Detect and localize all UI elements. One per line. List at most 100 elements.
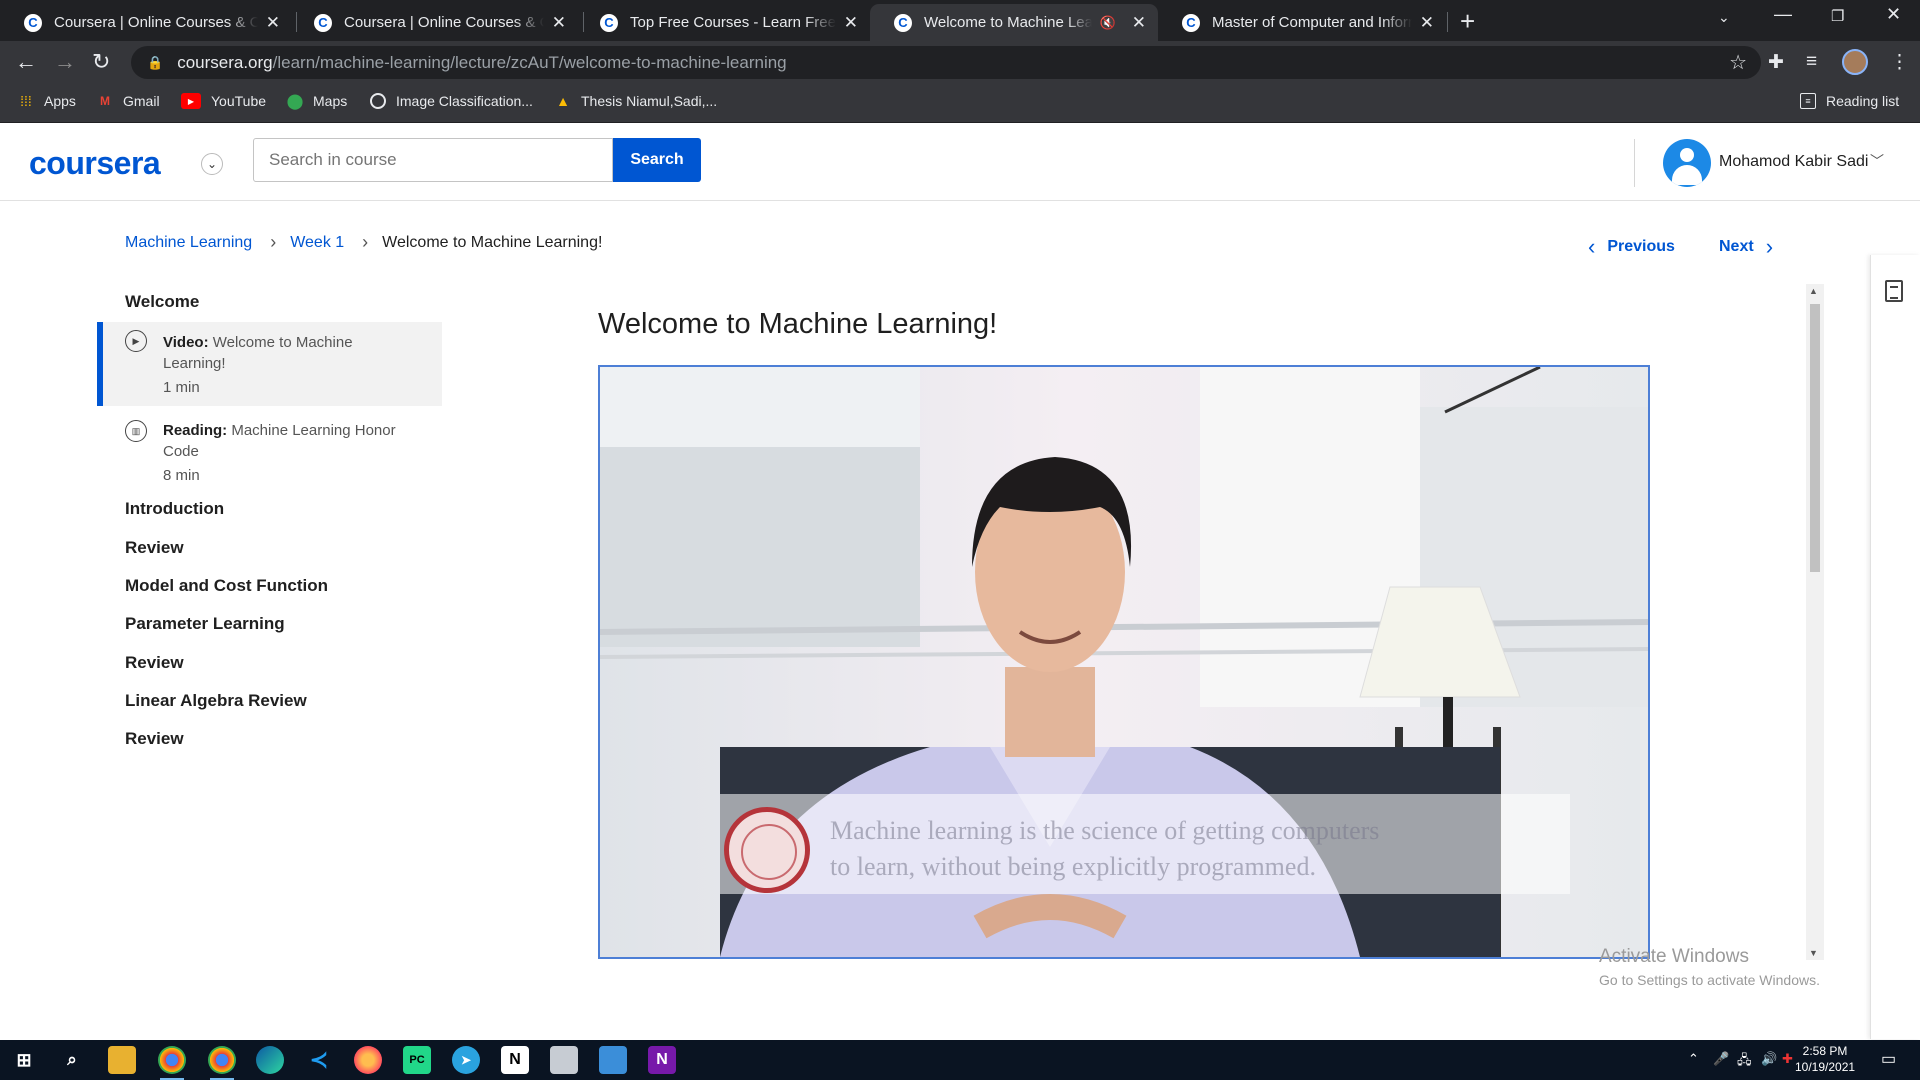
pycharm-icon[interactable]: PC xyxy=(403,1046,431,1074)
chrome-icon[interactable] xyxy=(158,1046,186,1080)
outline-item-reading[interactable]: ▥ Reading: Machine Learning Honor Code 8… xyxy=(97,412,442,492)
previous-button[interactable]: ‹ Previous xyxy=(1588,234,1675,260)
browser-tab[interactable]: C Master of Computer and Information Tec… xyxy=(1158,4,1446,41)
extensions-puzzle-icon[interactable]: ✚ xyxy=(1768,51,1784,74)
item-duration: 1 min xyxy=(163,379,200,396)
apps-grid-icon: ⁞⁞⁞ xyxy=(20,93,32,109)
browser-tab[interactable]: C Coursera | Online Courses & Credential… xyxy=(290,4,578,41)
section-linear-algebra-review[interactable]: Linear Algebra Review xyxy=(125,691,307,711)
next-button[interactable]: Next › xyxy=(1719,234,1773,260)
bookmark-maps[interactable]: ⬤ Maps xyxy=(287,93,348,110)
header-divider xyxy=(1634,139,1635,187)
windows-start-icon[interactable]: ⊞ xyxy=(10,1046,38,1074)
bookmark-label: YouTube xyxy=(211,93,267,109)
scrollbar-thumb[interactable] xyxy=(1810,304,1820,572)
video-player[interactable]: Machine learning is the science of getti… xyxy=(598,365,1650,959)
item-title-cont: Code xyxy=(163,443,199,460)
search-button[interactable]: Search xyxy=(613,138,701,182)
item-type: Reading: xyxy=(163,422,228,439)
firefox-icon[interactable] xyxy=(354,1046,382,1074)
search-input[interactable] xyxy=(253,138,613,182)
coursera-logo[interactable]: coursera xyxy=(29,145,161,182)
section-review[interactable]: Review xyxy=(125,538,184,558)
browser-tab-active[interactable]: C Welcome to Machine Learning! - Introdu… xyxy=(870,4,1158,41)
section-parameter-learning[interactable]: Parameter Learning xyxy=(125,614,285,634)
profile-avatar[interactable] xyxy=(1842,49,1868,75)
restore-icon[interactable]: ❐ xyxy=(1831,7,1844,25)
chevron-down-icon[interactable]: ⌄ xyxy=(201,153,223,175)
watermark-subtitle: Go to Settings to activate Windows. xyxy=(1599,972,1820,988)
user-name[interactable]: Mohamod Kabir Sadi xyxy=(1719,153,1868,171)
coursera-favicon-icon: C xyxy=(600,13,618,32)
item-title: Welcome to Machine xyxy=(212,334,353,351)
back-arrow-icon[interactable]: ← xyxy=(15,49,37,75)
outline-item-video[interactable]: ▶ Video: Welcome to Machine Learning! 1 … xyxy=(97,322,442,406)
chrome-profile-icon[interactable] xyxy=(208,1046,236,1080)
reading-list-button[interactable]: ≡ Reading list xyxy=(1800,93,1899,109)
tab-title: Welcome to Machine Learning! - Introduct… xyxy=(924,14,1092,31)
breadcrumb-current: Welcome to Machine Learning! xyxy=(382,233,603,251)
new-tab-plus-icon[interactable]: + xyxy=(1460,6,1475,36)
caption-line: to learn, without being explicitly progr… xyxy=(830,852,1316,881)
next-label: Next xyxy=(1719,238,1754,255)
search-icon[interactable]: ⌕ xyxy=(58,1046,86,1074)
section-review[interactable]: Review xyxy=(125,729,184,749)
reload-icon[interactable]: ↻ xyxy=(92,49,110,75)
network-icon[interactable]: 🖧 xyxy=(1737,1051,1752,1073)
close-tab-icon[interactable]: ✕ xyxy=(1420,13,1434,33)
microphone-icon[interactable]: 🎤 xyxy=(1713,1051,1729,1067)
notion-icon[interactable]: N xyxy=(501,1046,529,1074)
calculator-icon[interactable] xyxy=(599,1046,627,1074)
close-tab-icon[interactable]: ✕ xyxy=(1132,13,1146,33)
section-welcome[interactable]: Welcome xyxy=(125,292,199,312)
browser-tab[interactable]: C Top Free Courses - Learn Free Online C… xyxy=(576,4,870,41)
bookmark-thesis[interactable]: ▲ Thesis Niamul,Sadi,... xyxy=(555,93,717,109)
printer-app-icon[interactable] xyxy=(550,1046,578,1074)
bookmark-image-classification[interactable]: Image Classification... xyxy=(370,93,533,109)
onenote-icon[interactable]: N xyxy=(648,1046,676,1074)
tab-title: Coursera | Online Courses & Credentials … xyxy=(344,14,544,31)
antivirus-icon[interactable]: ✚ xyxy=(1782,1051,1793,1067)
bookmarks-bar: ⁞⁞⁞ Apps M Gmail ▶ YouTube ⬤ Maps Image … xyxy=(0,84,1920,123)
forward-arrow-icon[interactable]: → xyxy=(54,49,76,75)
breadcrumb-week[interactable]: Week 1 xyxy=(290,234,344,252)
coursera-favicon-icon: C xyxy=(894,13,912,32)
bookmark-apps[interactable]: ⁞⁞⁞ Apps xyxy=(18,93,76,109)
lock-icon[interactable]: 🔒 xyxy=(147,55,163,71)
gmail-icon: M xyxy=(100,94,110,108)
close-tab-icon[interactable]: ✕ xyxy=(266,13,280,33)
bookmark-label: Gmail xyxy=(123,93,160,109)
close-tab-icon[interactable]: ✕ xyxy=(552,13,566,33)
edge-icon[interactable] xyxy=(256,1046,284,1074)
file-explorer-icon[interactable] xyxy=(108,1046,136,1074)
tab-title: Master of Computer and Information Techn… xyxy=(1212,14,1412,31)
volume-icon[interactable]: 🔊 xyxy=(1761,1051,1777,1067)
browser-tab[interactable]: C Coursera | Online Courses & Credential… xyxy=(0,4,292,41)
speaker-muted-icon[interactable]: 🔇 xyxy=(1100,15,1116,31)
close-window-icon[interactable]: ✕ xyxy=(1886,4,1901,25)
minimize-icon[interactable]: — xyxy=(1774,4,1792,25)
media-control-icon[interactable]: ≡ xyxy=(1806,51,1817,73)
user-avatar-icon[interactable] xyxy=(1663,139,1711,187)
address-bar[interactable]: 🔒 coursera.org/learn/machine-learning/le… xyxy=(131,46,1761,79)
menu-kebab-icon[interactable]: ⋮ xyxy=(1890,51,1909,74)
telegram-icon[interactable]: ➤ xyxy=(452,1046,480,1074)
taskbar-clock[interactable]: 2:58 PM 10/19/2021 xyxy=(1795,1043,1855,1075)
bookmark-star-icon[interactable]: ☆ xyxy=(1729,50,1747,75)
content-scrollbar[interactable]: ▲ ▼ xyxy=(1806,284,1824,960)
chevron-down-icon[interactable]: ﹀ xyxy=(1870,151,1884,171)
tray-chevron-up-icon[interactable]: ⌃ xyxy=(1688,1051,1699,1067)
tab-search-chevron-icon[interactable]: ⌄ xyxy=(1718,9,1730,26)
bookmark-youtube[interactable]: ▶ YouTube xyxy=(181,93,266,109)
vscode-icon[interactable]: ≺ xyxy=(305,1046,333,1074)
close-tab-icon[interactable]: ✕ xyxy=(844,13,858,33)
bookmark-gmail[interactable]: M Gmail xyxy=(97,93,160,109)
notification-center-icon[interactable]: ▭ xyxy=(1881,1049,1896,1069)
section-introduction[interactable]: Introduction xyxy=(125,499,224,519)
section-review[interactable]: Review xyxy=(125,653,184,673)
section-model-cost-function[interactable]: Model and Cost Function xyxy=(125,576,328,596)
breadcrumb-course[interactable]: Machine Learning xyxy=(125,234,252,252)
notes-icon[interactable] xyxy=(1885,280,1903,302)
scroll-up-arrow-icon[interactable]: ▲ xyxy=(1809,286,1818,296)
url-host: coursera.org xyxy=(177,52,273,72)
